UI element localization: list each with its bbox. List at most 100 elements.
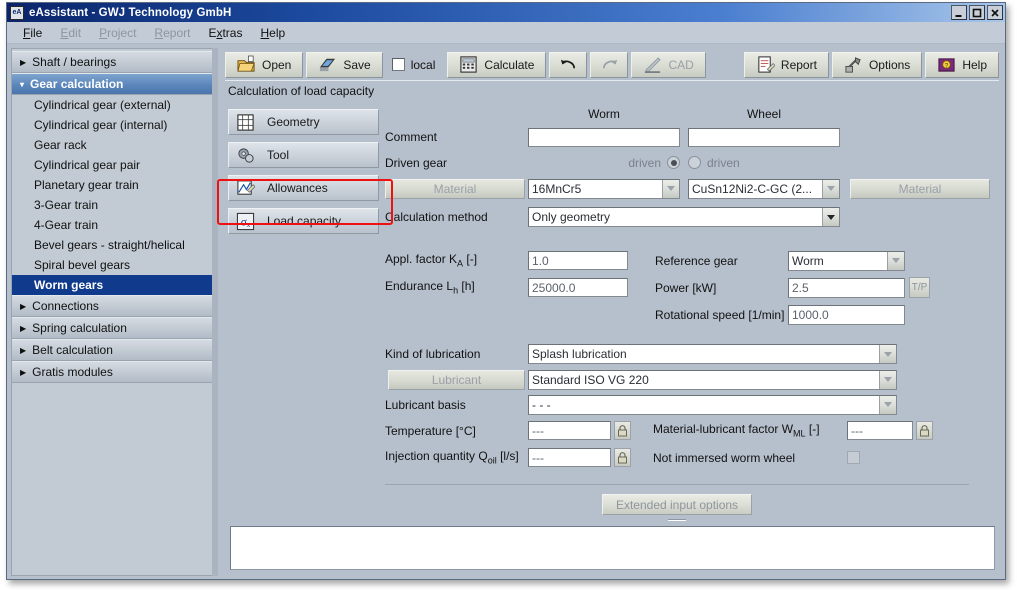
- sidebar-item-3-gear-train[interactable]: 3-Gear train: [12, 195, 212, 215]
- comment-worm-input[interactable]: [528, 128, 680, 147]
- material-button-right[interactable]: Material: [850, 179, 990, 199]
- lubricant-button[interactable]: Lubricant: [388, 370, 525, 390]
- help-book-icon: ?: [937, 55, 956, 74]
- sidebar-item-4-gear-train[interactable]: 4-Gear train: [12, 215, 212, 235]
- sidebar-item-planetary-gear-train[interactable]: Planetary gear train: [12, 175, 212, 195]
- redo-button[interactable]: [590, 52, 628, 78]
- tab-geometry[interactable]: Geometry: [228, 109, 379, 135]
- splitter-handle[interactable]: [385, 515, 969, 521]
- minimize-icon[interactable]: [951, 5, 967, 20]
- grid-icon: [236, 113, 255, 132]
- sidebar-category-belt-calculation[interactable]: ▶ Belt calculation: [12, 339, 212, 361]
- material-lubricant-factor-input[interactable]: ---: [847, 421, 913, 440]
- injection-quantity-label: Injection quantity Qoil [l/s]: [385, 449, 528, 465]
- open-folder-icon: [237, 55, 256, 74]
- material-lubricant-lock-button[interactable]: [916, 421, 933, 440]
- chevron-down-icon[interactable]: [822, 208, 839, 226]
- menu-file[interactable]: File: [23, 26, 42, 40]
- content-area: Geometry Tool: [225, 101, 999, 524]
- sidebar-item-cylindrical-gear-external[interactable]: Cylindrical gear (external): [12, 95, 212, 115]
- lubricant-basis-combo[interactable]: - - -: [528, 395, 897, 415]
- extended-input-options-button[interactable]: Extended input options: [602, 494, 752, 515]
- maximize-icon[interactable]: [969, 5, 985, 20]
- open-button[interactable]: Open: [225, 52, 303, 78]
- calculate-button[interactable]: Calculate: [447, 52, 546, 78]
- sidebar-category-connections[interactable]: ▶ Connections: [12, 295, 212, 317]
- undo-button[interactable]: [549, 52, 587, 78]
- sidebar-empty-area: [12, 383, 212, 575]
- sidebar: ▶ Shaft / bearings ▾ Gear calculation Cy…: [11, 48, 212, 576]
- chevron-down-icon[interactable]: [662, 180, 679, 198]
- menu-project[interactable]: Project: [99, 26, 136, 40]
- material-worm-combo[interactable]: 16MnCr5: [528, 179, 680, 199]
- not-immersed-checkbox[interactable]: [847, 451, 860, 464]
- open-label: Open: [262, 58, 291, 72]
- chevron-down-icon[interactable]: [887, 252, 904, 270]
- options-button[interactable]: Options: [832, 52, 922, 78]
- sidebar-category-gratis-modules[interactable]: ▶ Gratis modules: [12, 361, 212, 383]
- chevron-down-icon[interactable]: [879, 371, 896, 389]
- driven-wheel-radio[interactable]: [688, 156, 701, 169]
- power-input[interactable]: 2.5: [788, 278, 905, 298]
- calculation-method-label: Calculation method: [385, 210, 528, 224]
- local-checkbox-group[interactable]: local: [386, 58, 445, 72]
- tab-column: Geometry Tool: [225, 104, 385, 524]
- tab-label: Tool: [267, 148, 289, 162]
- injection-quantity-input[interactable]: ---: [528, 448, 611, 467]
- sidebar-item-cylindrical-gear-internal[interactable]: Cylindrical gear (internal): [12, 115, 212, 135]
- sidebar-category-gear-calculation[interactable]: ▾ Gear calculation: [12, 73, 212, 95]
- kind-of-lubrication-combo[interactable]: Splash lubrication: [528, 344, 897, 364]
- comment-wheel-input[interactable]: [688, 128, 840, 147]
- rotational-speed-input[interactable]: 1000.0: [788, 305, 905, 325]
- reference-gear-value: Worm: [792, 254, 887, 268]
- close-icon[interactable]: [987, 5, 1003, 20]
- local-checkbox[interactable]: [392, 58, 405, 71]
- reference-gear-combo[interactable]: Worm: [788, 251, 905, 271]
- sidebar-item-bevel-gears-straight-helical[interactable]: Bevel gears - straight/helical: [12, 235, 212, 255]
- material-button-left[interactable]: Material: [385, 179, 525, 199]
- menu-edit[interactable]: Edit: [60, 26, 81, 40]
- driven-worm-radio[interactable]: [667, 156, 680, 169]
- appl-factor-input[interactable]: 1.0: [528, 251, 628, 270]
- tab-tool[interactable]: Tool: [228, 142, 379, 168]
- calculation-method-combo[interactable]: Only geometry: [528, 207, 840, 227]
- tp-toggle-button[interactable]: T/P: [909, 277, 930, 298]
- driven-worm-label: driven: [628, 156, 661, 170]
- endurance-input[interactable]: 25000.0: [528, 278, 628, 297]
- tab-allowances[interactable]: Allowances: [228, 175, 379, 201]
- injection-quantity-lock-button[interactable]: [614, 448, 631, 467]
- lubricant-combo[interactable]: Standard ISO VG 220: [528, 370, 897, 390]
- form-area: Worm Wheel Comment Driven gear: [385, 104, 999, 524]
- lock-icon: [617, 425, 628, 437]
- chevron-down-icon[interactable]: [822, 180, 839, 198]
- menu-report[interactable]: Report: [154, 26, 190, 40]
- temperature-lock-button[interactable]: [614, 421, 631, 440]
- lubricant-value: Standard ISO VG 220: [532, 373, 879, 387]
- menu-extras[interactable]: Extras: [208, 26, 242, 40]
- chevron-down-icon[interactable]: [879, 345, 896, 363]
- report-button[interactable]: Report: [744, 52, 829, 78]
- sidebar-item-worm-gears[interactable]: Worm gears: [12, 275, 212, 295]
- sidebar-category-shaft-bearings[interactable]: ▶ Shaft / bearings: [12, 51, 212, 73]
- reference-gear-label: Reference gear: [655, 254, 788, 268]
- material-wheel-combo[interactable]: CuSn12Ni2-C-GC (2...: [688, 179, 840, 199]
- sidebar-category-label: Gratis modules: [32, 365, 113, 379]
- sidebar-item-spiral-bevel-gears[interactable]: Spiral bevel gears: [12, 255, 212, 275]
- help-label: Help: [962, 58, 987, 72]
- svg-text:x: x: [246, 220, 250, 229]
- cad-button[interactable]: CAD: [631, 52, 705, 78]
- sidebar-category-spring-calculation[interactable]: ▶ Spring calculation: [12, 317, 212, 339]
- help-button[interactable]: ? Help: [925, 52, 999, 78]
- report-document-icon: [756, 55, 775, 74]
- lock-icon: [617, 452, 628, 464]
- calculator-icon: [459, 55, 478, 74]
- sidebar-category-label: Gear calculation: [30, 77, 123, 91]
- menu-help[interactable]: Help: [260, 26, 285, 40]
- save-button[interactable]: Save: [306, 52, 382, 78]
- chevron-down-icon[interactable]: [879, 396, 896, 414]
- temperature-input[interactable]: ---: [528, 421, 611, 440]
- sidebar-item-cylindrical-gear-pair[interactable]: Cylindrical gear pair: [12, 155, 212, 175]
- sidebar-item-gear-rack[interactable]: Gear rack: [12, 135, 212, 155]
- save-label: Save: [343, 58, 370, 72]
- tab-load-capacity[interactable]: σ x Load capacity: [228, 208, 379, 234]
